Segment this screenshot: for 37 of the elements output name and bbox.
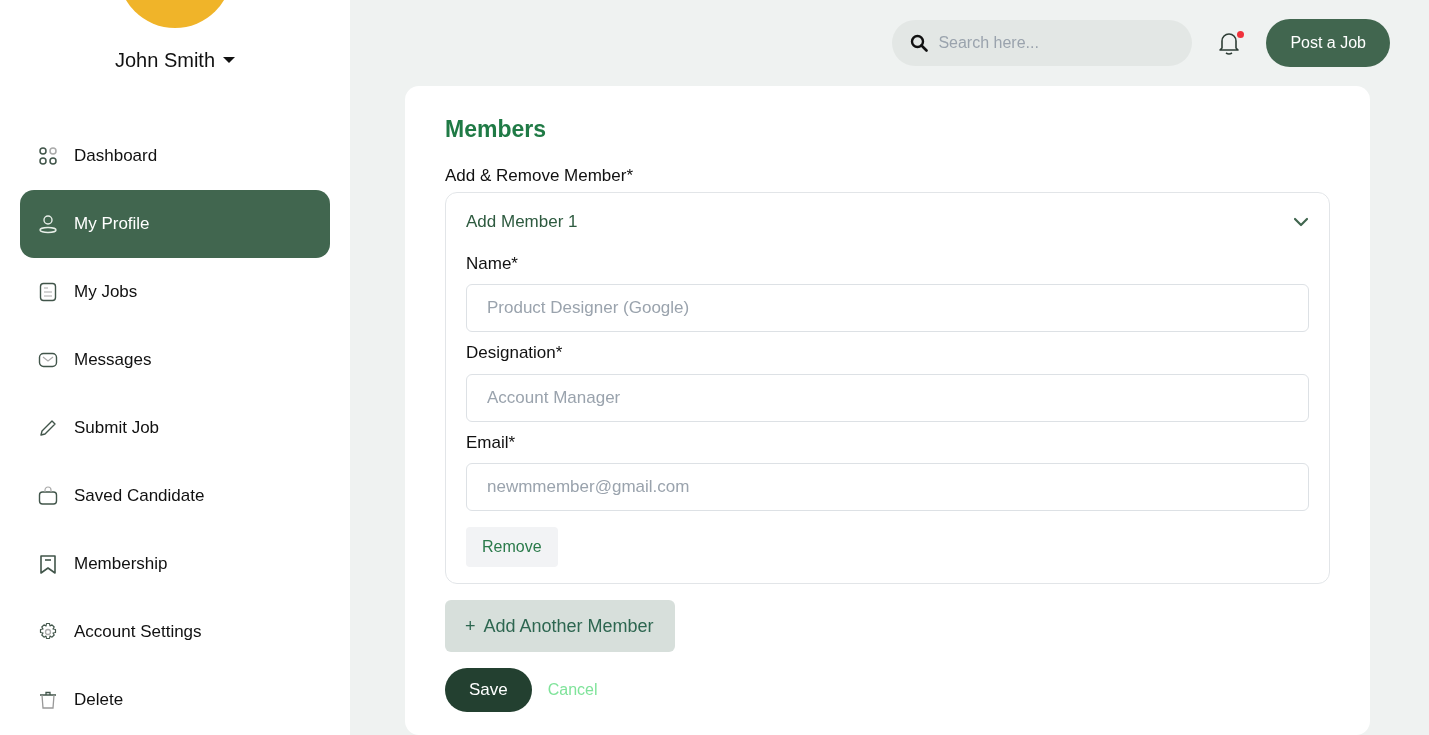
accordion-header[interactable]: Add Member 1 bbox=[466, 209, 1309, 235]
person-icon bbox=[38, 214, 58, 234]
sidebar-item[interactable]: My Jobs bbox=[20, 258, 330, 326]
input-field[interactable]: Account Manager bbox=[466, 373, 1309, 422]
field-label: Add & Remove Member* bbox=[445, 164, 635, 187]
chevron-icon bbox=[1293, 216, 1309, 227]
sidebar-item[interactable]: Account Settings bbox=[20, 598, 330, 666]
envelope-icon bbox=[38, 350, 58, 370]
remove-button[interactable]: Remove bbox=[466, 527, 558, 567]
sidebar-item[interactable]: Delete bbox=[20, 666, 330, 734]
pencil-icon bbox=[38, 418, 58, 438]
field-label: Designation* bbox=[466, 342, 564, 364]
search-field[interactable]: Search here... bbox=[892, 20, 1193, 66]
gear-icon bbox=[38, 622, 58, 642]
save-button[interactable]: Save bbox=[445, 668, 532, 712]
input-field[interactable]: Product Designer (Google) bbox=[466, 284, 1309, 332]
sidebar-item[interactable]: Saved Candidate bbox=[20, 462, 330, 530]
bookmark-icon bbox=[38, 554, 58, 574]
field-label: Email* bbox=[466, 431, 517, 454]
sidebar-item[interactable]: Submit Job bbox=[20, 394, 330, 462]
sidebar-item[interactable]: Messages bbox=[20, 326, 330, 394]
sidebar-item[interactable]: My Profile bbox=[20, 190, 330, 258]
field-label: Name* bbox=[466, 252, 519, 275]
grid-icon bbox=[38, 146, 58, 166]
sidebar-item[interactable]: Membership bbox=[20, 530, 330, 598]
post-job-button[interactable]: Post a Job bbox=[1266, 19, 1390, 67]
sidebar-item[interactable]: Dashboard bbox=[20, 122, 330, 190]
section-title: Members bbox=[445, 115, 547, 144]
input-field[interactable]: newmmember@gmail.com bbox=[466, 463, 1309, 511]
bag-icon bbox=[38, 486, 58, 506]
plus-icon: + bbox=[465, 612, 476, 640]
document-icon bbox=[38, 282, 58, 302]
add-member-button[interactable]: + Add Another Member bbox=[445, 600, 675, 652]
caret-icon bbox=[223, 56, 236, 64]
user-menu[interactable]: John Smith bbox=[108, 44, 242, 76]
notification-button[interactable] bbox=[1216, 30, 1243, 56]
trash-icon bbox=[38, 690, 58, 710]
